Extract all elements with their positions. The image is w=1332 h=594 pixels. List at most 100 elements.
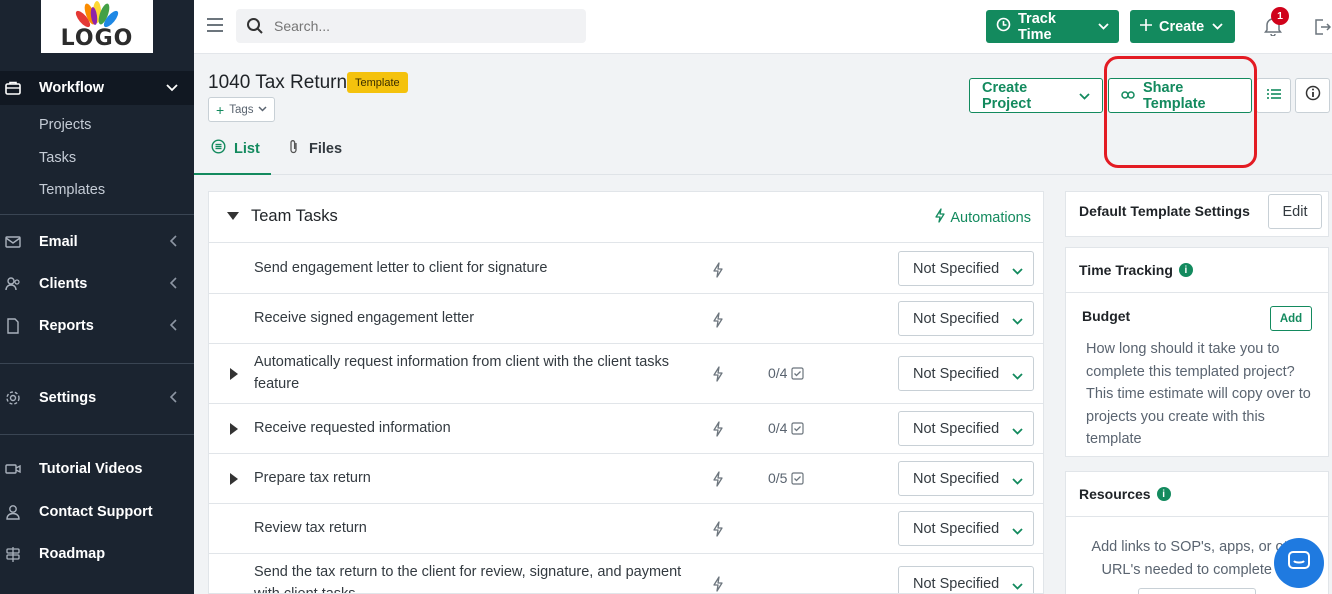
active-tab-indicator [194,173,271,175]
automations-link[interactable]: Automations [935,208,1031,227]
status-dropdown[interactable]: Not Specified [898,461,1034,496]
bolt-icon[interactable] [712,262,726,278]
logout-icon[interactable] [1313,18,1332,36]
tab-files[interactable]: Files [289,139,342,158]
sidebar-item-tasks[interactable]: Tasks [39,150,76,166]
chat-support-button[interactable] [1274,538,1324,588]
sidebar-item-label: Tutorial Videos [39,461,143,477]
search-bar[interactable] [236,9,586,43]
add-resource-button[interactable] [1138,588,1256,594]
bolt-icon[interactable] [712,471,726,487]
expand-triangle-icon[interactable] [230,368,238,380]
sidebar-item-label: Roadmap [39,546,106,562]
chevron-down-icon [1212,21,1223,33]
tab-label: List [234,140,260,157]
table-row[interactable]: Send engagement letter to client for sig… [209,244,1043,294]
task-name[interactable]: Prepare tax return [254,467,684,489]
chevron-left-icon [169,276,178,292]
sidebar-item-roadmap[interactable]: Roadmap [0,537,194,571]
sidebar-item-tutorial-videos[interactable]: Tutorial Videos [0,452,194,486]
add-budget-button[interactable]: Add [1270,306,1312,331]
chevron-down-icon [1012,523,1023,539]
sidebar-item-workflow[interactable]: Workflow [0,71,194,105]
task-name[interactable]: Send the tax return to the client for re… [254,561,684,593]
template-badge: Template [347,72,408,93]
create-button[interactable]: Create [1130,10,1235,43]
team-tasks-title: Team Tasks [251,207,338,225]
clock-icon [996,17,1011,36]
bolt-icon[interactable] [712,312,726,328]
sidebar-item-clients[interactable]: Clients [0,267,194,301]
users-icon [5,276,21,292]
status-label: Not Specified [913,260,1000,277]
sidebar-item-email[interactable]: Email [0,225,194,259]
sidebar-item-templates[interactable]: Templates [39,182,105,198]
table-row[interactable]: Send the tax return to the client for re… [209,554,1043,593]
subtask-count-label: 0/5 [768,470,788,486]
checkbox-icon [791,366,805,380]
sidebar-item-label: Email [39,234,78,250]
status-dropdown[interactable]: Not Specified [898,251,1034,286]
checkbox-icon [791,471,805,485]
table-row[interactable]: Receive signed engagement letter Not Spe… [209,294,1043,344]
hamburger-menu-icon[interactable] [207,18,223,32]
sidebar-item-projects[interactable]: Projects [39,117,91,133]
info-button[interactable] [1295,78,1330,113]
video-icon [5,461,21,477]
task-name[interactable]: Receive requested information [254,417,684,439]
subtask-count: 0/4 [768,420,805,436]
bolt-icon[interactable] [712,576,726,592]
list-view-button[interactable] [1256,78,1291,113]
notification-badge: 1 [1271,7,1289,25]
budget-description: How long should it take you to complete … [1086,341,1311,447]
status-dropdown[interactable]: Not Specified [898,301,1034,336]
briefcase-icon [5,80,21,96]
info-icon [1305,85,1321,106]
logo[interactable]: LOGO [41,0,153,53]
create-label: Create [1159,18,1205,35]
chevron-down-icon [166,81,178,95]
chevron-down-icon [1012,473,1023,489]
task-name[interactable]: Review tax return [254,517,684,539]
task-name[interactable]: Send engagement letter to client for sig… [254,257,684,279]
document-icon [5,318,21,334]
status-dropdown[interactable]: Not Specified [898,511,1034,546]
page-title: 1040 Tax Return [208,72,348,93]
info-icon[interactable]: i [1178,263,1193,277]
status-dropdown[interactable]: Not Specified [898,356,1034,391]
search-input[interactable] [274,18,574,34]
table-row[interactable]: Prepare tax return 0/5 Not Specified [209,454,1043,504]
tags-label: Tags [229,103,254,116]
sidebar-item-reports[interactable]: Reports [0,309,194,343]
bolt-icon[interactable] [712,421,726,437]
collapse-triangle-icon[interactable] [227,212,239,220]
signpost-icon [5,546,21,562]
edit-button[interactable]: Edit [1268,194,1322,229]
sidebar-item-label: Settings [39,390,97,406]
expand-triangle-icon[interactable] [230,423,238,435]
track-time-button[interactable]: Track Time [986,10,1119,43]
table-row[interactable]: Automatically request information from c… [209,344,1043,404]
expand-triangle-icon[interactable] [230,473,238,485]
task-name[interactable]: Automatically request information from c… [254,351,684,395]
create-project-button[interactable]: Create Project [969,78,1103,113]
logo-area: LOGO [0,0,194,54]
sidebar: LOGO Workflow Projects Tasks Templates E… [0,0,194,594]
sidebar-item-settings[interactable]: Settings [0,381,194,415]
status-label: Not Specified [913,365,1000,382]
info-icon[interactable]: i [1156,487,1171,501]
bolt-icon[interactable] [712,521,726,537]
bolt-icon[interactable] [712,366,726,382]
table-row[interactable]: Receive requested information 0/4 Not Sp… [209,404,1043,454]
task-name[interactable]: Receive signed engagement letter [254,307,684,329]
person-icon [5,504,21,520]
sidebar-item-label: Reports [39,318,94,334]
status-dropdown[interactable]: Not Specified [898,411,1034,446]
tab-list[interactable]: List [211,139,260,158]
sidebar-item-contact-support[interactable]: Contact Support [0,495,194,529]
team-tasks-panel: Team Tasks Automations Send engagement l… [208,191,1044,594]
status-dropdown[interactable]: Not Specified [898,566,1034,593]
tags-button[interactable]: + Tags [208,97,276,122]
table-row[interactable]: Review tax return Not Specified [209,504,1043,554]
track-time-label: Track Time [1018,10,1056,43]
